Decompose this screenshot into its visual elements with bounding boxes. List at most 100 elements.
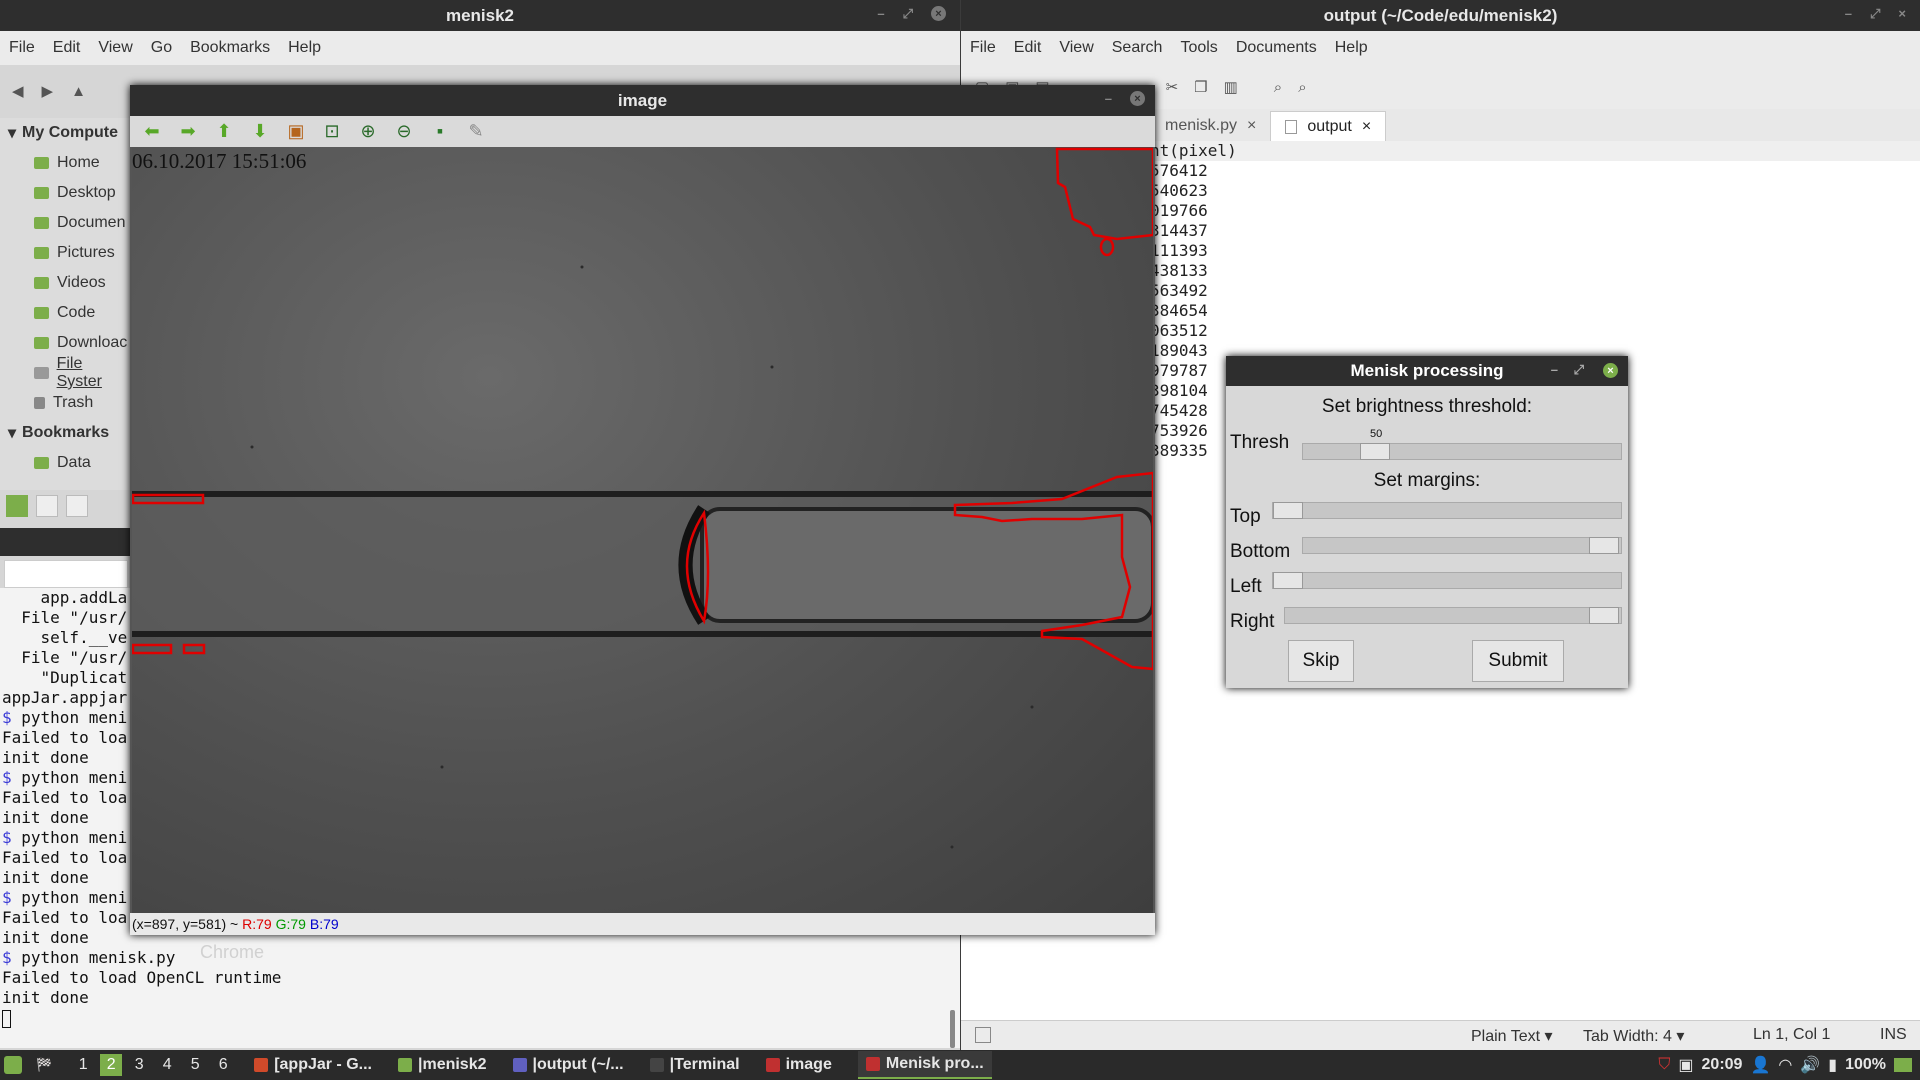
language-dropdown[interactable]: Plain Text ▾ [1471, 1026, 1553, 1046]
show-desktop-icon[interactable] [1894, 1058, 1912, 1072]
paste-icon[interactable]: ▥ [1224, 78, 1238, 96]
pan-up-icon[interactable]: ⬆ [212, 121, 236, 143]
task-appjar[interactable]: [appJar - G... [254, 1056, 372, 1074]
task-menisk2[interactable]: |menisk2 [397, 1056, 487, 1074]
wifi-icon[interactable]: ◠ [1778, 1055, 1792, 1075]
menu-edit[interactable]: Edit [1005, 39, 1051, 57]
image-canvas[interactable]: 06.10.2017 15:51:06 [132, 147, 1153, 913]
thresh-slider[interactable] [1302, 443, 1622, 460]
left-margin-slider[interactable] [1272, 572, 1622, 589]
sidebar-item-code[interactable]: Code [0, 298, 130, 328]
cut-icon[interactable]: ✂ [1166, 78, 1179, 96]
submit-button[interactable]: Submit [1472, 640, 1564, 682]
slider-knob[interactable] [1360, 443, 1390, 460]
workspace-5[interactable]: 5 [184, 1054, 206, 1076]
zoom-fit-icon[interactable]: ⊡ [320, 121, 344, 143]
hide-sidebar-icon[interactable] [66, 495, 88, 517]
find-icon[interactable]: ⌕ [1274, 79, 1282, 96]
minimize-icon[interactable]: – [877, 6, 884, 22]
zoom-original-icon[interactable]: ▣ [284, 121, 308, 143]
editor-text-area[interactable]: nt(pixel) 576412 540623 019766 314437 111393 4… [1150, 141, 1237, 461]
pan-down-icon[interactable]: ⬇ [248, 121, 272, 143]
minimize-icon[interactable]: – [1551, 362, 1558, 377]
top-margin-slider[interactable] [1272, 502, 1622, 519]
forward-icon[interactable]: ▶ [42, 82, 54, 100]
zoom-in-icon[interactable]: ⊕ [356, 121, 380, 143]
skip-button[interactable]: Skip [1288, 640, 1354, 682]
menu-file[interactable]: File [0, 39, 44, 57]
minimize-icon[interactable]: – [1105, 91, 1112, 106]
sidebar-item-home[interactable]: Home [0, 148, 130, 178]
up-icon[interactable]: ▲ [71, 83, 86, 100]
sidebar-item-documents[interactable]: Documen [0, 208, 130, 238]
slider-knob[interactable] [1589, 537, 1619, 554]
maximize-icon[interactable]: ⤢ [1574, 362, 1584, 378]
terminal-scrollbar[interactable] [950, 1010, 955, 1048]
slider-knob[interactable] [1273, 572, 1303, 589]
menu-help[interactable]: Help [1326, 39, 1377, 57]
slider-knob[interactable] [1589, 607, 1619, 624]
sidebar-item-filesystem[interactable]: File Syster [0, 355, 130, 390]
menu-search[interactable]: Search [1103, 39, 1172, 57]
task-image[interactable]: image [765, 1056, 832, 1074]
menu-edit[interactable]: Edit [44, 39, 90, 57]
pan-left-icon[interactable]: ⬅ [140, 121, 164, 143]
places-view-icon[interactable] [6, 495, 28, 517]
workspace-1[interactable]: 1 [72, 1054, 94, 1076]
menu-go[interactable]: Go [142, 39, 181, 57]
close-icon[interactable]: × [1603, 363, 1618, 378]
tab-width-dropdown[interactable]: Tab Width: 4 ▾ [1583, 1026, 1684, 1046]
menu-file[interactable]: File [961, 39, 1005, 57]
close-icon[interactable]: × [1130, 91, 1145, 106]
tree-view-icon[interactable] [36, 495, 58, 517]
workspace-6[interactable]: 6 [212, 1054, 234, 1076]
start-menu-icon[interactable] [4, 1056, 22, 1074]
shield-icon[interactable]: ⛉ [1658, 1056, 1670, 1074]
close-icon[interactable]: × [931, 6, 946, 21]
volume-icon[interactable]: 🔊 [1800, 1055, 1820, 1075]
sidebar-item-videos[interactable]: Videos [0, 268, 130, 298]
menu-help[interactable]: Help [279, 39, 330, 57]
tab-close-icon[interactable]: × [1247, 117, 1256, 135]
menu-tools[interactable]: Tools [1171, 39, 1226, 57]
sidebar-item-desktop[interactable]: Desktop [0, 178, 130, 208]
task-terminal[interactable]: |Terminal [649, 1056, 740, 1074]
menu-view[interactable]: View [89, 39, 141, 57]
tab-output[interactable]: output × [1270, 111, 1387, 141]
right-margin-slider[interactable] [1284, 607, 1622, 624]
sidebar-item-pictures[interactable]: Pictures [0, 238, 130, 268]
copy-icon[interactable]: ❐ [1194, 78, 1207, 96]
slider-knob[interactable] [1273, 502, 1303, 519]
back-icon[interactable]: ◀ [12, 82, 24, 100]
tab-close-icon[interactable]: × [1362, 118, 1371, 136]
keyboard-layout-flag-icon[interactable]: 🏁 [36, 1057, 52, 1073]
pan-right-icon[interactable]: ➡ [176, 121, 200, 143]
save-image-icon[interactable]: ▪ [428, 121, 452, 143]
menu-bookmarks[interactable]: Bookmarks [181, 39, 279, 57]
maximize-icon[interactable]: ⤢ [1870, 6, 1880, 22]
find-replace-icon[interactable]: ⌕ [1298, 79, 1306, 96]
sidebar-header-computer[interactable]: ▾ My Compute [0, 118, 130, 148]
sidebar-item-downloads[interactable]: Downloac [0, 328, 130, 358]
minimize-icon[interactable]: – [1845, 6, 1852, 22]
location-field[interactable] [4, 560, 128, 588]
sidebar-item-data[interactable]: Data [0, 448, 130, 478]
zoom-out-icon[interactable]: ⊖ [392, 121, 416, 143]
sidebar-header-bookmarks[interactable]: ▾ Bookmarks [0, 418, 130, 448]
clock[interactable]: 20:09 [1702, 1056, 1743, 1074]
sidebar-item-trash[interactable]: Trash [0, 388, 130, 418]
task-output[interactable]: |output (~/... [512, 1056, 624, 1074]
properties-icon[interactable]: ✎ [464, 121, 488, 143]
workspace-2[interactable]: 2 [100, 1054, 123, 1076]
maximize-icon[interactable]: ⤢ [903, 6, 913, 22]
menu-view[interactable]: View [1050, 39, 1102, 57]
battery-icon[interactable]: ▮ [1828, 1055, 1837, 1075]
side-panel-toggle-icon[interactable] [975, 1027, 991, 1043]
workspace-3[interactable]: 3 [128, 1054, 150, 1076]
bottom-margin-slider[interactable] [1302, 537, 1622, 554]
tray-icon[interactable]: ▣ [1678, 1055, 1693, 1075]
menu-documents[interactable]: Documents [1227, 39, 1326, 57]
close-icon[interactable]: × [1898, 6, 1906, 22]
workspace-4[interactable]: 4 [156, 1054, 178, 1076]
user-icon[interactable]: 👤 [1750, 1055, 1770, 1075]
